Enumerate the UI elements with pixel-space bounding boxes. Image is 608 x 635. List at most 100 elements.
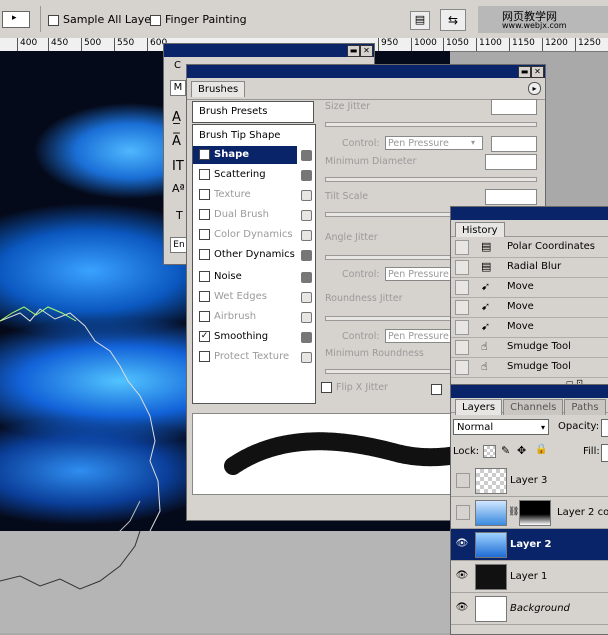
- back-panel-m-button[interactable]: M: [170, 80, 186, 96]
- blend-mode-select[interactable]: Normal ▾: [453, 419, 549, 435]
- flip-x-checkbox[interactable]: [321, 382, 332, 393]
- lock-position-icon[interactable]: ✥: [517, 444, 526, 457]
- history-item[interactable]: ➹ Move: [451, 277, 608, 298]
- close-icon[interactable]: ✕: [360, 45, 373, 57]
- opacity-field[interactable]: [601, 419, 608, 437]
- brush-option-shape-dynamics[interactable]: Shape Dynamics: [193, 146, 297, 178]
- layer-visibility-icon[interactable]: 👁: [454, 537, 470, 551]
- history-item[interactable]: ▤ Polar Coordinates: [451, 237, 608, 258]
- brush-option-checkbox[interactable]: [199, 228, 210, 240]
- panel-menu-icon[interactable]: ▸: [528, 82, 541, 95]
- brush-option-checkbox[interactable]: [199, 330, 210, 342]
- history-snapshot-box[interactable]: [455, 280, 469, 295]
- history-item[interactable]: ➹ Move: [451, 317, 608, 338]
- lock-icon[interactable]: [301, 170, 312, 181]
- min-diameter-slider[interactable]: [325, 177, 537, 182]
- layer-row[interactable]: Layer 3: [451, 465, 608, 497]
- min-diameter-field[interactable]: [485, 154, 537, 170]
- finger-painting-option[interactable]: Finger Painting: [150, 13, 247, 26]
- brush-option-other-dynamics[interactable]: Other Dynamics: [193, 246, 297, 264]
- close-icon[interactable]: ✕: [531, 66, 544, 78]
- brush-option-checkbox[interactable]: [199, 310, 210, 322]
- flip-x-jitter-option[interactable]: Flip X Jitter: [321, 382, 388, 393]
- lock-icon[interactable]: [301, 292, 312, 303]
- palette-well-icon[interactable]: ▤: [410, 11, 430, 30]
- brush-option-scattering[interactable]: Scattering: [193, 166, 297, 184]
- fill-field[interactable]: [601, 444, 608, 462]
- brush-option-noise[interactable]: Noise: [193, 268, 297, 286]
- brush-option-protect-texture[interactable]: Protect Texture: [193, 348, 297, 366]
- size-control-select[interactable]: Pen Pressure: [385, 136, 483, 150]
- layer-mask-thumbnail[interactable]: [519, 500, 551, 526]
- size-jitter-field[interactable]: [491, 99, 537, 115]
- lock-icon[interactable]: [301, 250, 312, 261]
- dropdown-arrow-icon[interactable]: ▸: [12, 13, 17, 23]
- ruler-tick: 400: [17, 38, 37, 51]
- layer-row[interactable]: ⛓ Layer 2 cop: [451, 497, 608, 529]
- minimize-icon[interactable]: ▬: [347, 45, 360, 57]
- size-control-field[interactable]: [491, 136, 537, 152]
- history-snapshot-box[interactable]: [455, 340, 469, 355]
- lock-icon[interactable]: [301, 332, 312, 343]
- lock-icon[interactable]: [301, 312, 312, 323]
- history-item[interactable]: ☝ Smudge Tool: [451, 357, 608, 378]
- lock-all-icon[interactable]: 🔒: [535, 444, 547, 455]
- brush-option-color-dynamics[interactable]: Color Dynamics: [193, 226, 297, 244]
- history-snapshot-box[interactable]: [455, 360, 469, 375]
- brush-option-dual-brush[interactable]: Dual Brush: [193, 206, 297, 224]
- brush-option-wet-edges[interactable]: Wet Edges: [193, 288, 297, 306]
- brush-option-checkbox[interactable]: [199, 248, 210, 260]
- history-item[interactable]: ➹ Move: [451, 297, 608, 318]
- tilt-scale-field[interactable]: [485, 189, 537, 205]
- lock-transparency-icon[interactable]: [483, 445, 496, 458]
- tab-history[interactable]: History: [455, 222, 505, 238]
- brush-tip-shape-item[interactable]: Brush Tip Shape: [199, 126, 280, 146]
- minimize-icon[interactable]: ▬: [518, 66, 531, 78]
- lock-icon[interactable]: [301, 210, 312, 221]
- layer-row[interactable]: 👁 Layer 1: [451, 561, 608, 593]
- brush-option-checkbox[interactable]: [199, 188, 210, 200]
- layer-visibility-icon[interactable]: 👁: [454, 601, 470, 615]
- dropdown-arrow-icon[interactable]: ▾: [541, 420, 545, 436]
- layer-visibility-icon[interactable]: [456, 473, 470, 488]
- layer-visibility-icon[interactable]: [456, 505, 470, 520]
- history-snapshot-box[interactable]: [455, 260, 469, 275]
- brush-option-checkbox[interactable]: [199, 290, 210, 302]
- lock-icon[interactable]: [301, 352, 312, 363]
- tab-paths[interactable]: Paths: [564, 399, 606, 415]
- brush-option-texture[interactable]: Texture: [193, 186, 297, 204]
- history-item[interactable]: ▤ Radial Blur: [451, 257, 608, 278]
- layer-visibility-icon[interactable]: 👁: [454, 569, 470, 583]
- brush-option-checkbox[interactable]: [199, 208, 210, 220]
- size-jitter-slider[interactable]: [325, 122, 537, 127]
- brush-presets-button[interactable]: Brush Presets: [192, 101, 314, 123]
- tab-channels[interactable]: Channels: [503, 399, 564, 415]
- brush-option-checkbox[interactable]: [199, 270, 210, 282]
- history-snapshot-box[interactable]: [455, 300, 469, 315]
- brush-option-airbrush[interactable]: Airbrush: [193, 308, 297, 326]
- imageready-icon[interactable]: ⇆: [440, 9, 466, 31]
- brush-option-checkbox[interactable]: [199, 168, 210, 180]
- layer-row[interactable]: 👁 Layer 2: [451, 529, 608, 561]
- dropdown-arrow-icon[interactable]: ▾: [471, 138, 475, 147]
- flip-y-checkbox[interactable]: [431, 382, 446, 395]
- back-panel-tab[interactable]: C: [174, 60, 181, 71]
- finger-painting-checkbox[interactable]: [150, 14, 161, 26]
- mask-link-icon[interactable]: ⛓: [508, 497, 519, 528]
- brush-option-smoothing[interactable]: Smoothing: [193, 328, 297, 346]
- lock-icon[interactable]: [301, 230, 312, 241]
- layer-row[interactable]: 👁 Background: [451, 593, 608, 625]
- sample-all-layers-option[interactable]: Sample All Layers: [48, 13, 161, 26]
- history-item[interactable]: ☝ Smudge Tool: [451, 337, 608, 358]
- lock-pixels-icon[interactable]: ✎: [501, 444, 510, 457]
- lock-icon[interactable]: [301, 190, 312, 201]
- tab-brushes[interactable]: Brushes: [191, 81, 246, 97]
- tab-layers[interactable]: Layers: [455, 399, 503, 415]
- brush-option-checkbox[interactable]: [199, 350, 210, 362]
- history-snapshot-box[interactable]: [455, 320, 469, 335]
- sample-all-layers-checkbox[interactable]: [48, 14, 59, 26]
- lock-icon[interactable]: [301, 150, 312, 161]
- brush-option-checkbox[interactable]: [199, 148, 210, 160]
- history-snapshot-box[interactable]: [455, 240, 469, 255]
- lock-icon[interactable]: [301, 272, 312, 283]
